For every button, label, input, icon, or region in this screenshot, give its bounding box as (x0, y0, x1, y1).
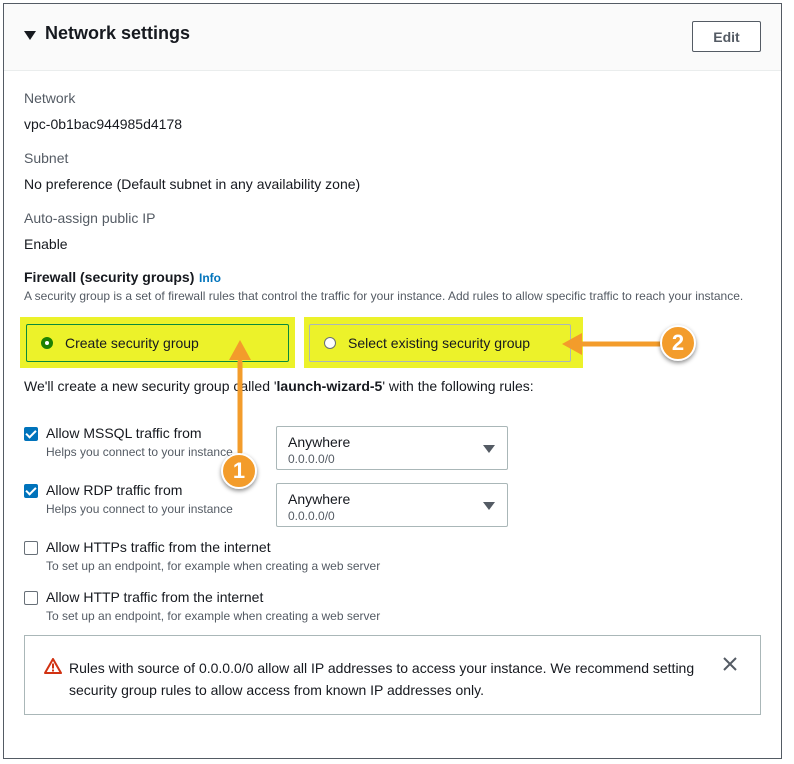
rdp-source-value: Anywhere (288, 491, 351, 507)
collapse-caret-icon[interactable] (24, 31, 36, 40)
select-existing-security-group-label: Select existing security group (348, 335, 531, 351)
network-value: vpc-0b1bac944985d4178 (24, 116, 183, 132)
mssql-checkbox[interactable] (24, 427, 38, 441)
https-rule-title: Allow HTTPs traffic from the internet (46, 539, 271, 555)
annotation-badge-1: 1 (221, 453, 257, 489)
create-security-group-label: Create security group (65, 335, 199, 351)
rdp-source-cidr: 0.0.0.0/0 (288, 509, 335, 523)
warning-icon (44, 658, 62, 674)
subnet-value: No preference (Default subnet in any ava… (24, 176, 361, 192)
network-settings-panel: Network settings Edit Network vpc-0b1bac… (3, 3, 782, 759)
create-security-group-option[interactable]: Create security group (26, 324, 289, 362)
annotation-badge-2: 2 (660, 325, 696, 361)
create-group-note: We'll create a new security group called… (24, 378, 534, 394)
select-existing-security-group-option[interactable]: Select existing security group (309, 324, 571, 362)
note-suffix: ' with the following rules: (382, 378, 534, 394)
alert-text: Rules with source of 0.0.0.0/0 allow all… (69, 660, 695, 698)
panel-title: Network settings (45, 23, 191, 43)
dropdown-caret-icon (483, 502, 495, 510)
warning-alert: Rules with source of 0.0.0.0/0 allow all… (24, 635, 761, 715)
firewall-description: A security group is a set of firewall ru… (24, 289, 744, 303)
http-checkbox[interactable] (24, 591, 38, 605)
mssql-rule-description: Helps you connect to your instance (46, 445, 233, 459)
radio-selected-icon (41, 337, 53, 349)
note-prefix: We'll create a new security group called… (24, 378, 277, 394)
network-label: Network (24, 90, 76, 106)
group-name: launch-wizard-5 (276, 378, 383, 394)
rdp-rule-title: Allow RDP traffic from (46, 482, 183, 498)
mssql-source-cidr: 0.0.0.0/0 (288, 452, 335, 466)
edit-button[interactable]: Edit (692, 21, 761, 52)
firewall-title: Firewall (security groups) (24, 269, 195, 285)
public-ip-value: Enable (24, 236, 68, 252)
mssql-source-value: Anywhere (288, 434, 351, 450)
public-ip-label: Auto-assign public IP (24, 210, 156, 226)
panel-header: Network settings Edit (4, 4, 781, 71)
rdp-source-select[interactable]: Anywhere 0.0.0.0/0 (276, 483, 508, 527)
https-checkbox[interactable] (24, 541, 38, 555)
radio-unselected-icon (324, 337, 336, 349)
rdp-checkbox[interactable] (24, 484, 38, 498)
mssql-rule-title: Allow MSSQL traffic from (46, 425, 202, 441)
http-rule-description: To set up an endpoint, for example when … (46, 609, 381, 623)
https-rule-description: To set up an endpoint, for example when … (46, 559, 381, 573)
rdp-rule-description: Helps you connect to your instance (46, 502, 233, 516)
http-rule-title: Allow HTTP traffic from the internet (46, 589, 264, 605)
close-icon[interactable] (722, 656, 738, 672)
mssql-source-select[interactable]: Anywhere 0.0.0.0/0 (276, 426, 508, 470)
dropdown-caret-icon (483, 445, 495, 453)
subnet-label: Subnet (24, 150, 69, 166)
info-link[interactable]: Info (199, 271, 221, 285)
